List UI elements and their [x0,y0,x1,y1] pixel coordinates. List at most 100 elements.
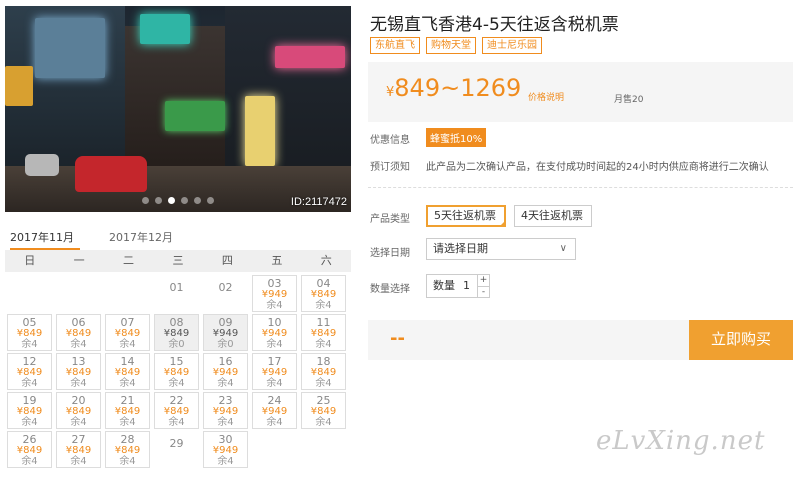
day-price: ¥949 [212,328,239,339]
decrement-button[interactable]: - [478,286,489,297]
calendar-day[interactable]: 20 ¥849 余4 [56,392,101,429]
day-price: ¥849 [163,367,190,378]
calendar-day[interactable]: 22 ¥849 余4 [154,392,199,429]
calendar-day[interactable]: 25 ¥849 余4 [301,392,346,429]
quantity-stepper[interactable]: 数量 1 + - [426,274,490,298]
carousel-dot[interactable] [155,197,162,204]
day-number: 24 [267,394,282,407]
day-remaining: 余4 [217,456,234,467]
month-tabs: 2017年11月 2017年12月 [5,226,351,250]
day-remaining: 余4 [119,339,136,350]
day-number: 04 [316,277,331,290]
day-number: 02 [218,281,233,294]
carousel-dot[interactable] [168,197,175,204]
option-4day[interactable]: 4天往返机票 [514,205,592,227]
monthly-sales: 月售20 [614,95,644,105]
day-price: ¥849 [65,328,92,339]
day-remaining: 余4 [315,339,332,350]
date-select[interactable]: 请选择日期 ∨ [426,238,576,260]
price-range: ¥849~1269 [386,74,521,102]
day-price: ¥849 [16,328,43,339]
calendar-day[interactable]: 16 ¥949 余4 [203,353,248,390]
day-remaining: 余4 [266,417,283,428]
tag-disney: 迪士尼乐园 [482,37,542,54]
calendar-day[interactable]: 21 ¥849 余4 [105,392,150,429]
calendar-blank [103,274,152,313]
tag-airline: 东航直飞 [370,37,420,54]
calendar-day[interactable]: 17 ¥949 余4 [252,353,297,390]
calendar-day[interactable]: 06 ¥849 余4 [56,314,101,351]
day-remaining: 余4 [168,378,185,389]
product-photo[interactable]: ID:2117472 [5,6,351,212]
calendar-day[interactable]: 03 ¥949 余4 [252,275,297,312]
day-number: 30 [218,433,233,446]
photo-neon-sign [140,14,190,44]
calendar-day[interactable]: 24 ¥949 余4 [252,392,297,429]
photo-id: ID:2117472 [290,196,347,208]
weekday-sun: 日 [24,254,36,267]
day-price: ¥949 [261,328,288,339]
carousel-dot[interactable] [142,197,149,204]
day-number: 05 [22,316,37,329]
calendar-day[interactable]: 14 ¥849 余4 [105,353,150,390]
calendar-day: 29 [154,431,199,468]
carousel-dot[interactable] [181,197,188,204]
calendar-blank [54,274,103,313]
calendar-day: 09 ¥949 余0 [203,314,248,351]
calendar-day[interactable]: 10 ¥949 余4 [252,314,297,351]
calendar-day[interactable]: 07 ¥849 余4 [105,314,150,351]
calendar-day[interactable]: 30 ¥949 余4 [203,431,248,468]
calendar-day[interactable]: 04 ¥849 余4 [301,275,346,312]
weekday-mon: 一 [73,254,85,267]
price-note-link[interactable]: 价格说明 [528,90,564,103]
day-remaining: 余4 [217,378,234,389]
day-remaining: 余4 [70,417,87,428]
day-number: 15 [169,355,184,368]
carousel-dot[interactable] [207,197,214,204]
calendar-day[interactable]: 23 ¥949 余4 [203,392,248,429]
day-remaining: 余4 [315,417,332,428]
product-tags: 东航直飞 购物天堂 迪士尼乐园 [370,37,542,54]
tab-2017-11[interactable]: 2017年11月 [10,229,80,250]
day-number: 27 [71,433,86,446]
weekday-header: 日 一 二 三 四 五 六 [5,250,351,272]
day-remaining: 余4 [266,300,283,311]
weekday-sat: 六 [320,254,332,267]
increment-button[interactable]: + [478,275,489,286]
day-remaining: 余4 [119,417,136,428]
calendar-day[interactable]: 18 ¥849 余4 [301,353,346,390]
calendar-day[interactable]: 15 ¥849 余4 [154,353,199,390]
day-number: 28 [120,433,135,446]
calendar-day[interactable]: 05 ¥849 余4 [7,314,52,351]
day-remaining: 余4 [119,456,136,467]
tab-2017-12[interactable]: 2017年12月 [109,229,179,250]
notice-label: 预订须知 [370,162,410,173]
calendar-day[interactable]: 26 ¥849 余4 [7,431,52,468]
quantity-label: 数量选择 [370,284,410,295]
calendar-day[interactable]: 13 ¥849 余4 [56,353,101,390]
day-price: ¥949 [261,367,288,378]
day-price: ¥949 [261,289,288,300]
buy-now-button[interactable]: 立即购买 [689,320,793,360]
day-price: ¥949 [212,406,239,417]
calendar-day[interactable]: 27 ¥849 余4 [56,431,101,468]
calendar-day[interactable]: 11 ¥849 余4 [301,314,346,351]
photo-building [225,6,351,176]
tag-shopping: 购物天堂 [426,37,476,54]
day-price: ¥849 [114,367,141,378]
day-price: ¥849 [114,406,141,417]
day-price: ¥849 [65,367,92,378]
price-calendar: 日 一 二 三 四 五 六 01 02 03 ¥949 余4 04 ¥849 余4 05 ¥849… [5,250,351,469]
calendar-day[interactable]: 19 ¥849 余4 [7,392,52,429]
option-5day[interactable]: 5天往返机票 [426,205,506,227]
calendar-day[interactable]: 12 ¥849 余4 [7,353,52,390]
day-number: 22 [169,394,184,407]
day-remaining: 余4 [70,456,87,467]
day-price: ¥849 [163,328,190,339]
carousel-dot[interactable] [194,197,201,204]
day-price: ¥849 [16,406,43,417]
calendar-day[interactable]: 28 ¥849 余4 [105,431,150,468]
site-logo: eLvXing.net [596,426,766,456]
day-number: 23 [218,394,233,407]
day-price: ¥949 [212,445,239,456]
